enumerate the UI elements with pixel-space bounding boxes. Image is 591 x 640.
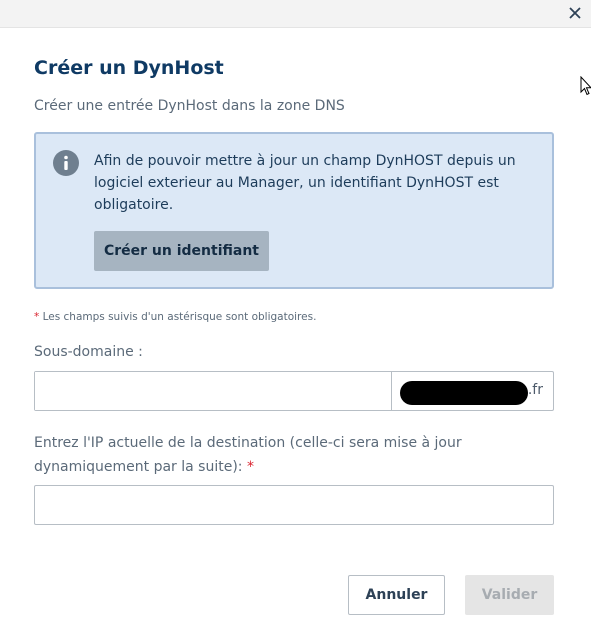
mouse-cursor-icon <box>580 76 591 96</box>
validate-button[interactable]: Valider <box>465 575 554 615</box>
subdomain-input[interactable] <box>35 372 392 410</box>
redacted-domain <box>400 381 528 405</box>
ip-required-star: * <box>246 459 254 475</box>
dialog-top-bar <box>0 0 591 28</box>
ip-input[interactable] <box>34 485 554 525</box>
subdomain-label: Sous-domaine : <box>34 344 143 360</box>
ip-label: Entrez l'IP actuelle de la destination (… <box>34 431 554 479</box>
domain-suffix-text: .fr <box>527 382 543 398</box>
close-icon <box>569 7 581 19</box>
required-note-text: Les champs suivis d'un astérisque sont o… <box>42 311 317 323</box>
info-icon <box>53 150 79 176</box>
required-star: * <box>34 311 40 323</box>
info-message: Afin de pouvoir mettre à jour un champ D… <box>94 153 516 213</box>
domain-suffix: .fr <box>392 372 553 410</box>
create-identifier-button[interactable]: Créer un identifiant <box>94 231 269 271</box>
dialog-subtitle: Créer une entrée DynHost dans la zone DN… <box>34 98 345 114</box>
close-button[interactable] <box>565 2 585 24</box>
info-panel: Afin de pouvoir mettre à jour un champ D… <box>34 132 554 289</box>
cancel-button[interactable]: Annuler <box>348 575 445 615</box>
subdomain-field-group: .fr <box>34 371 554 411</box>
dialog-title: Créer un DynHost <box>34 57 224 79</box>
required-fields-note: * Les champs suivis d'un astérisque sont… <box>34 311 316 323</box>
